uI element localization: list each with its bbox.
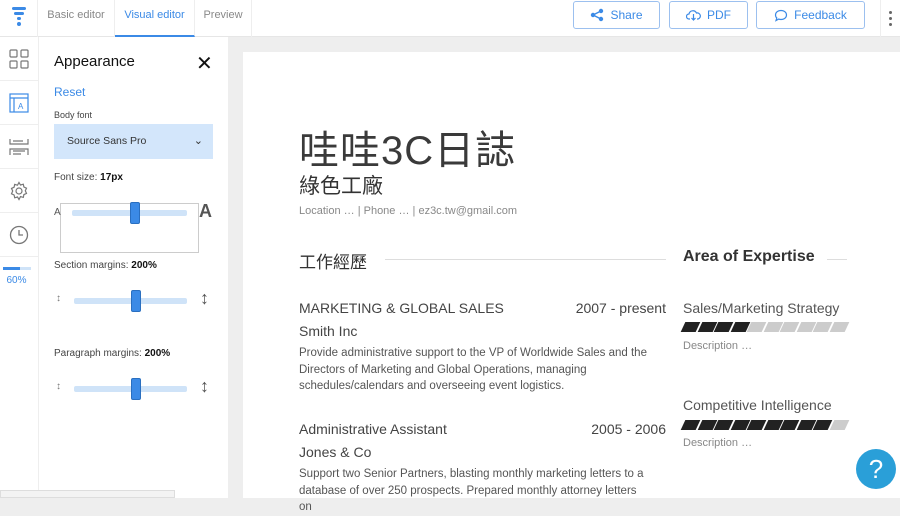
job-dates[interactable]: 2005 - 2006 [591,421,666,437]
sections-icon[interactable] [0,125,38,169]
tab-basic-editor[interactable]: Basic editor [38,0,115,37]
body-font-select[interactable]: Source Sans Pro ⌄ [54,124,213,159]
gear-icon[interactable] [0,169,38,213]
tab-visual-editor[interactable]: Visual editor [115,0,195,37]
resume-page: 哇哇3C日誌 綠色工廠 Location … | Phone … | ez3c.… [243,52,900,513]
resume-name[interactable]: 哇哇3C日誌 [299,118,516,176]
more-menu-icon[interactable] [880,0,900,37]
job-title[interactable]: MARKETING & GLOBAL SALES [299,300,504,316]
job-description[interactable]: Provide administrative support to the VP… [299,345,649,395]
job-description[interactable]: Support two Senior Partners, blasting mo… [299,466,649,516]
large-a-icon: A [199,201,212,221]
progress-indicator: 60% [0,257,38,307]
skill-description[interactable]: Description … [683,340,752,352]
pdf-label: PDF [707,8,731,22]
share-label: Share [610,8,643,22]
cloud-download-icon [686,10,701,21]
tab-preview[interactable]: Preview [195,0,252,37]
job-company[interactable]: Smith Inc [299,323,357,339]
top-bar: Basic editor Visual editor Preview Share… [0,0,900,37]
job-title[interactable]: Administrative Assistant [299,421,447,437]
progress-label: 60% [6,275,27,286]
expertise-heading[interactable]: Area of Expertise [683,248,815,266]
history-clock-icon[interactable] [0,213,38,257]
resume-subtitle[interactable]: 綠色工廠 [299,170,383,200]
feedback-label: Feedback [794,8,847,22]
share-button[interactable]: Share [573,1,660,29]
chevron-down-icon: ⌄ [193,135,203,147]
skill-description[interactable]: Description … [683,437,752,449]
appearance-icon[interactable]: A [0,81,38,125]
help-button[interactable]: ? [856,449,896,489]
small-vertical-arrow-icon: ↕ [56,293,61,304]
layout-grid-icon[interactable] [0,37,38,81]
rating-segment-empty [829,322,849,332]
section-margins-label: Section margins: 200% [54,260,157,271]
share-icon [591,8,604,22]
rating-segment-empty [829,420,849,430]
paragraph-margins-label: Paragraph margins: 200% [54,348,171,359]
svg-text:A: A [18,102,24,111]
section-margins-slider[interactable] [74,290,187,312]
icon-rail: A 60% [0,37,39,498]
skill-name[interactable]: Sales/Marketing Strategy [683,300,839,316]
small-vertical-arrow-icon: ↕ [56,381,61,392]
slider-thumb[interactable] [130,378,141,400]
slider-thumb[interactable] [130,290,141,312]
status-bar [0,490,175,498]
divider [827,259,847,260]
paragraph-margins-slider[interactable] [74,378,187,400]
close-icon[interactable]: ✕ [196,54,213,74]
job-company[interactable]: Jones & Co [299,444,371,460]
font-size-slider[interactable] [72,202,187,224]
small-a-icon: A [54,207,61,218]
reset-link[interactable]: Reset [54,85,85,99]
chat-bubble-icon [775,9,788,22]
font-size-label: Font size: 17px [54,172,123,183]
divider [385,259,666,260]
feedback-button[interactable]: Feedback [756,1,865,29]
body-font-label: Body font [54,110,93,120]
slider-thumb[interactable] [129,202,140,224]
skill-name[interactable]: Competitive Intelligence [683,397,832,413]
logo-icon[interactable] [0,0,38,37]
panel-title: Appearance [54,53,135,70]
experience-heading[interactable]: 工作經歷 [299,248,367,273]
resume-contact[interactable]: Location … | Phone … | ez3c.tw@gmail.com [299,205,517,217]
appearance-panel: Appearance ✕ Reset Body font Source Sans… [39,37,228,498]
skill-rating-bar[interactable] [680,420,849,430]
pdf-button[interactable]: PDF [669,1,748,29]
skill-rating-bar[interactable] [680,322,849,332]
large-vertical-arrow-icon: ↕ [200,376,209,396]
body-font-value: Source Sans Pro [67,135,147,147]
job-dates[interactable]: 2007 - present [576,300,666,316]
large-vertical-arrow-icon: ↕ [200,288,209,308]
